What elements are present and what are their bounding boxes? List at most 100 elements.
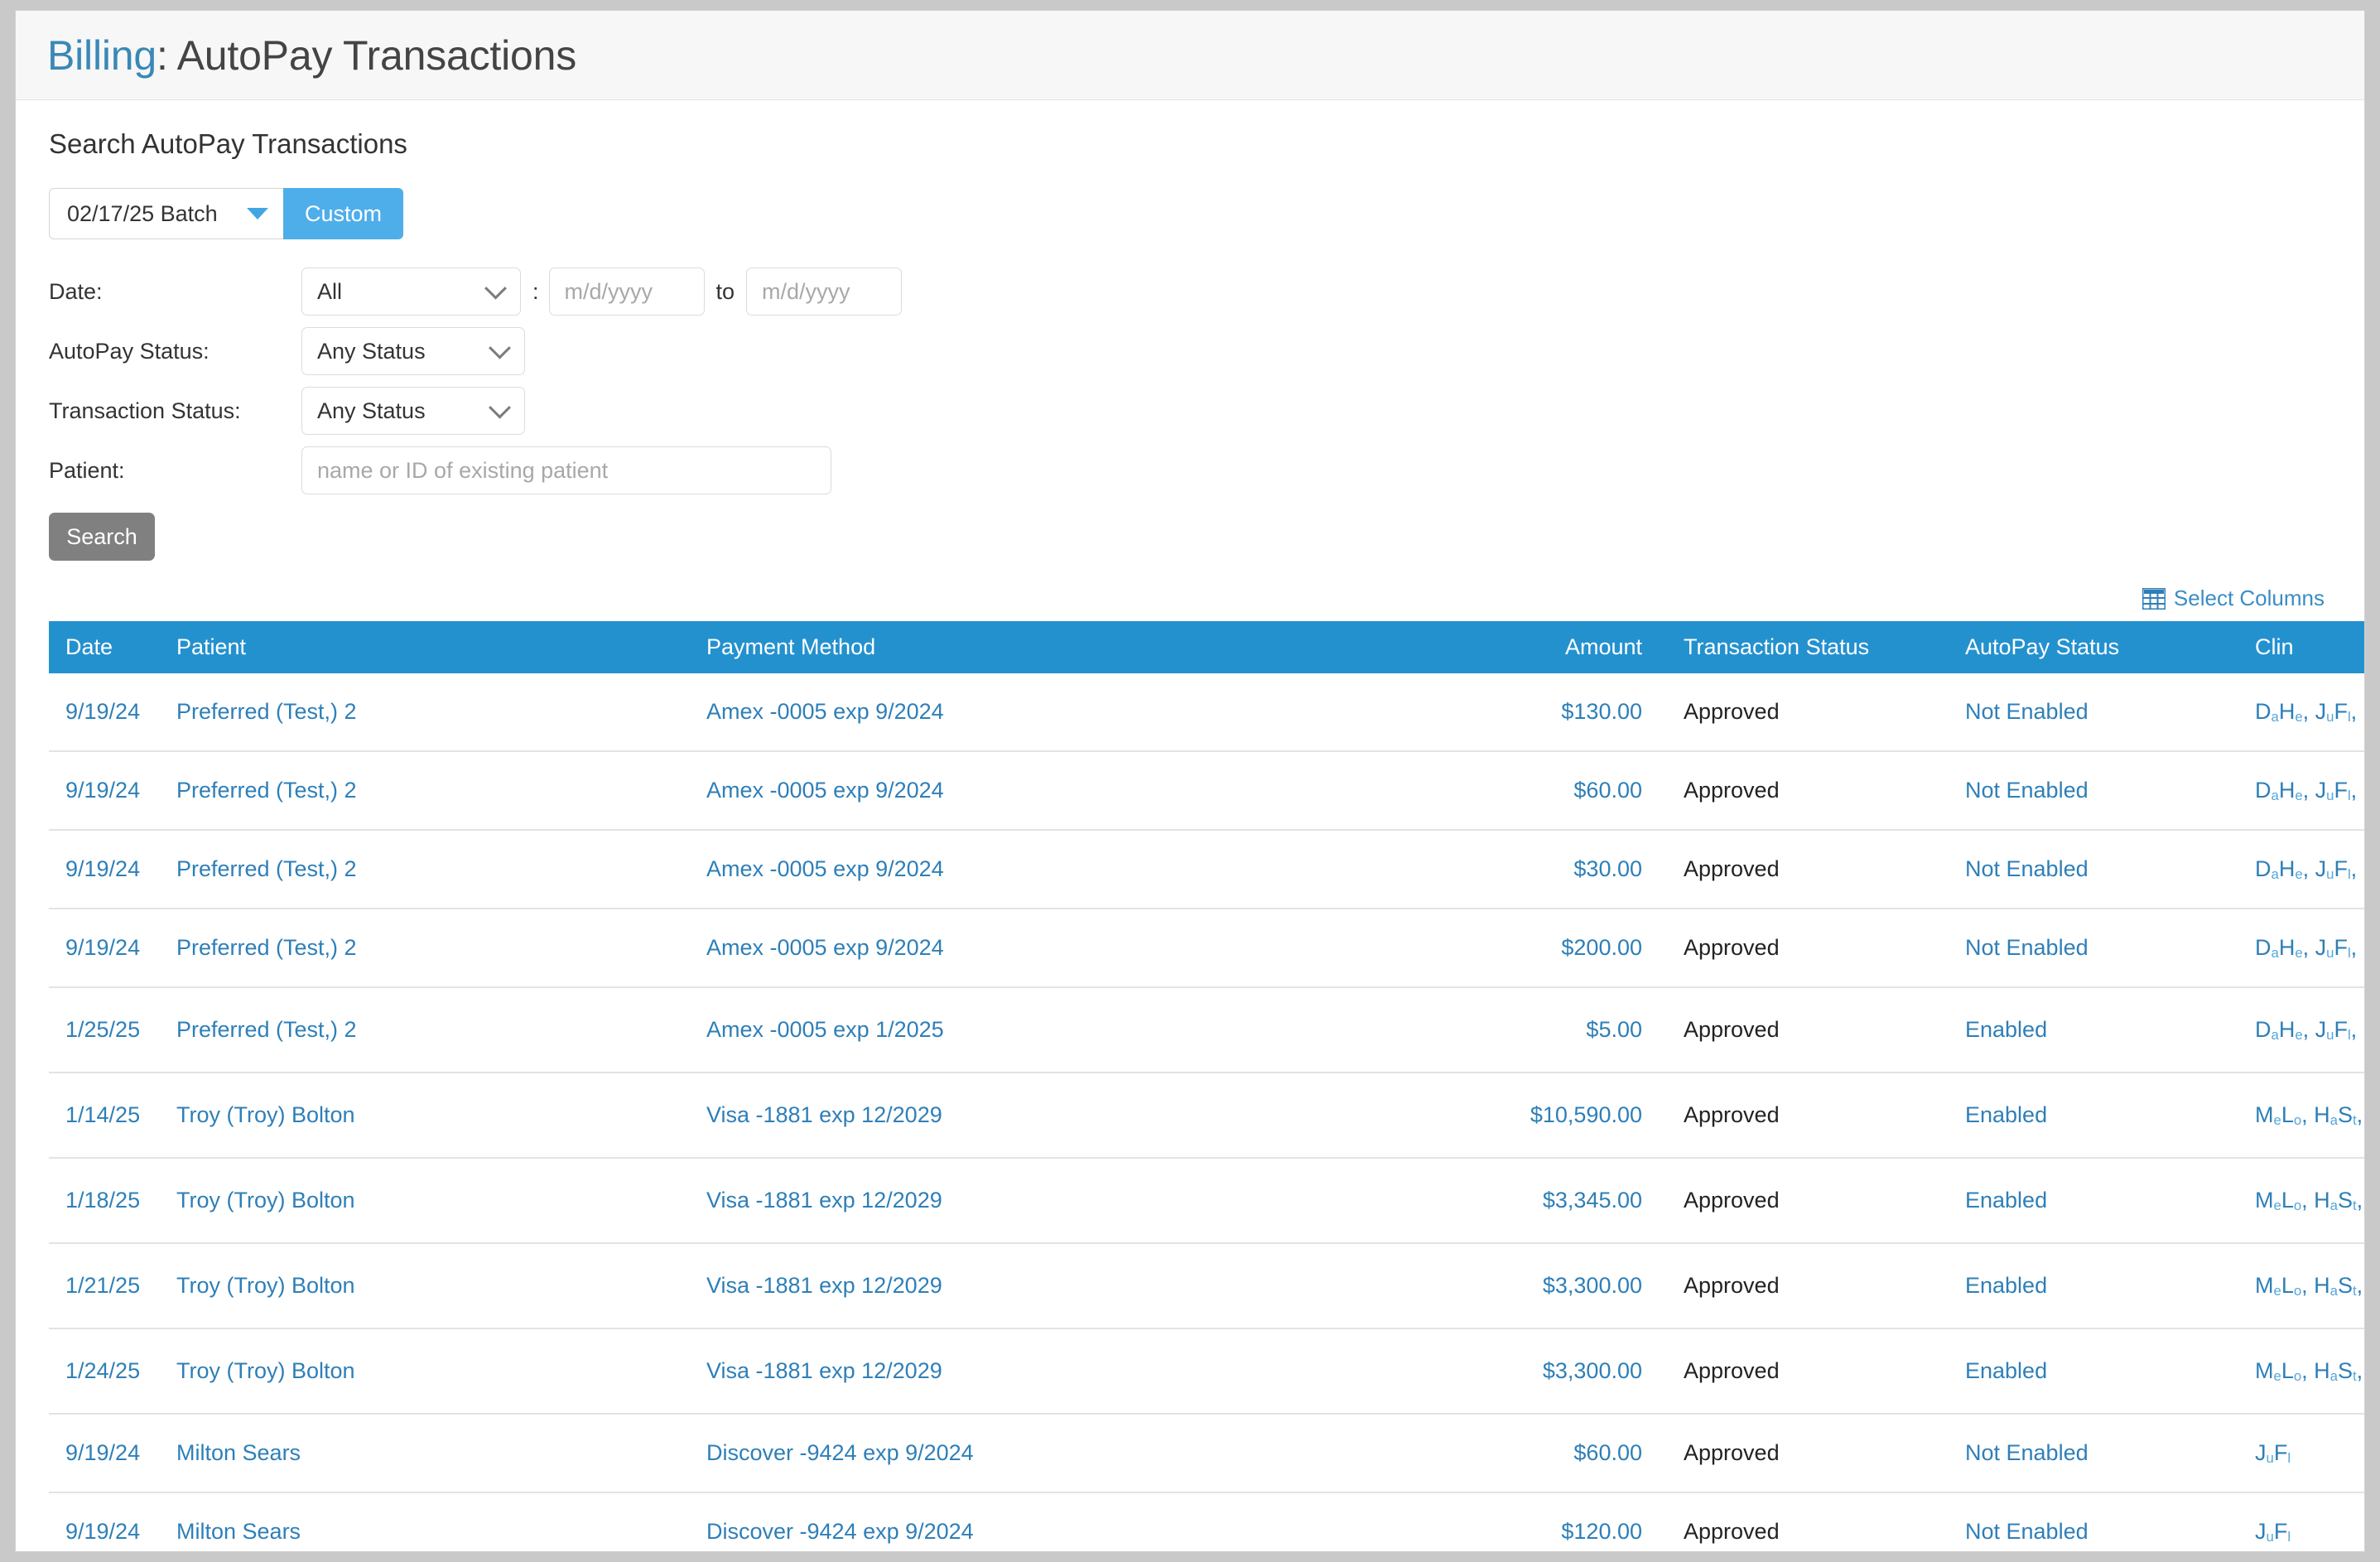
cell-transaction-status: Approved — [1662, 909, 1944, 988]
cell-amount[interactable]: $120.00 — [1414, 1492, 1662, 1551]
cell-patient[interactable]: Preferred (Test,) 2 — [155, 751, 685, 831]
cell-amount[interactable]: $3,300.00 — [1414, 1328, 1662, 1415]
cell-patient[interactable]: Preferred (Test,) 2 — [155, 909, 685, 988]
cell-payment-method[interactable]: Amex -0005 exp 9/2024 — [685, 751, 1414, 831]
table-row: 1/18/25 Troy (Troy) Bolton Visa -1881 exp … — [49, 1158, 2364, 1244]
cell-payment-method[interactable]: Amex -0005 exp 1/2025 — [685, 987, 1414, 1073]
table-head: Date Patient Payment Method Amount Trans… — [49, 621, 2364, 673]
cell-clin[interactable]: DaHe, JuFl, … — [2233, 987, 2364, 1073]
cell-date[interactable]: 1/18/25 — [49, 1158, 155, 1244]
cell-payment-method[interactable]: Discover -9424 exp 9/2024 — [685, 1492, 1414, 1551]
cell-patient[interactable]: Milton Sears — [155, 1414, 685, 1493]
cell-date[interactable]: 1/21/25 — [49, 1243, 155, 1329]
cell-date[interactable]: 9/19/24 — [49, 1492, 155, 1551]
table-grid-icon — [2142, 587, 2166, 610]
cell-amount[interactable]: $200.00 — [1414, 909, 1662, 988]
cell-payment-method[interactable]: Visa -1881 exp 12/2029 — [685, 1243, 1414, 1329]
cell-autopay-status[interactable]: Enabled — [1944, 1158, 2233, 1244]
column-header-payment-method[interactable]: Payment Method — [685, 621, 1414, 673]
cell-autopay-status[interactable]: Not Enabled — [1944, 1492, 2233, 1551]
cell-payment-method[interactable]: Visa -1881 exp 12/2029 — [685, 1158, 1414, 1244]
cell-clin[interactable]: MeLo, HaSt, … — [2233, 1328, 2364, 1415]
cell-amount[interactable]: $60.00 — [1414, 1414, 1662, 1493]
cell-autopay-status[interactable]: Enabled — [1944, 1243, 2233, 1329]
date-from-input[interactable] — [548, 268, 705, 316]
filter-row-transaction-status: Transaction Status: Any Status — [49, 387, 2331, 435]
cell-clin[interactable]: MeLo, HaSt, … — [2233, 1073, 2364, 1159]
cell-patient[interactable]: Preferred (Test,) 2 — [155, 987, 685, 1073]
patient-input[interactable] — [301, 446, 831, 494]
page-title-separator: : — [157, 31, 177, 79]
cell-patient[interactable]: Troy (Troy) Bolton — [155, 1243, 685, 1329]
cell-patient[interactable]: Troy (Troy) Bolton — [155, 1328, 685, 1415]
autopay-status-label: AutoPay Status: — [49, 338, 210, 364]
cell-autopay-status[interactable]: Not Enabled — [1944, 673, 2233, 752]
cell-payment-method[interactable]: Amex -0005 exp 9/2024 — [685, 673, 1414, 752]
cell-amount[interactable]: $3,300.00 — [1414, 1243, 1662, 1329]
cell-amount[interactable]: $30.00 — [1414, 830, 1662, 909]
cell-date[interactable]: 9/19/24 — [49, 830, 155, 909]
cell-payment-method[interactable]: Discover -9424 exp 9/2024 — [685, 1414, 1414, 1493]
table-toolbar: Select Columns — [49, 586, 2331, 611]
date-range-select[interactable]: All — [301, 268, 521, 316]
column-header-autopay-status[interactable]: AutoPay Status — [1944, 621, 2233, 673]
column-header-amount[interactable]: Amount — [1414, 621, 1662, 673]
cell-amount[interactable]: $130.00 — [1414, 673, 1662, 752]
cell-payment-method[interactable]: Visa -1881 exp 12/2029 — [685, 1328, 1414, 1415]
cell-clin[interactable]: DaHe, JuFl, … — [2233, 673, 2364, 752]
custom-button[interactable]: Custom — [283, 188, 404, 239]
date-to-word: to — [715, 278, 735, 304]
cell-date[interactable]: 9/19/24 — [49, 909, 155, 988]
cell-amount[interactable]: $3,345.00 — [1414, 1158, 1662, 1244]
cell-autopay-status[interactable]: Not Enabled — [1944, 830, 2233, 909]
clin-abbrev: DaHe, JuFl, … — [2255, 856, 2364, 882]
cell-amount[interactable]: $60.00 — [1414, 751, 1662, 831]
cell-amount[interactable]: $5.00 — [1414, 987, 1662, 1073]
column-header-clin[interactable]: Clin — [2233, 621, 2364, 673]
cell-autopay-status[interactable]: Enabled — [1944, 987, 2233, 1073]
filter-row-autopay-status: AutoPay Status: Any Status — [49, 327, 2331, 375]
cell-clin[interactable]: DaHe, JuFl, … — [2233, 830, 2364, 909]
cell-clin[interactable]: DaHe, JuFl, … — [2233, 751, 2364, 831]
cell-patient[interactable]: Preferred (Test,) 2 — [155, 673, 685, 752]
table-body: 9/19/24 Preferred (Test,) 2 Amex -0005 exp… — [49, 673, 2364, 1551]
column-header-date[interactable]: Date — [49, 621, 155, 673]
cell-clin[interactable]: JuFl — [2233, 1414, 2364, 1493]
page-header: Billing: AutoPay Transactions — [16, 11, 2364, 100]
cell-date[interactable]: 9/19/24 — [49, 673, 155, 752]
batch-select[interactable]: 02/17/25 Batch — [49, 188, 283, 239]
cell-patient[interactable]: Troy (Troy) Bolton — [155, 1158, 685, 1244]
cell-patient[interactable]: Milton Sears — [155, 1492, 685, 1551]
cell-date[interactable]: 1/25/25 — [49, 987, 155, 1073]
clin-abbrev: MeLo, HaSt, … — [2255, 1358, 2364, 1384]
cell-date[interactable]: 9/19/24 — [49, 1414, 155, 1493]
cell-payment-method[interactable]: Amex -0005 exp 9/2024 — [685, 830, 1414, 909]
cell-autopay-status[interactable]: Enabled — [1944, 1328, 2233, 1415]
table-row: 9/19/24 Preferred (Test,) 2 Amex -0005 exp… — [49, 909, 2364, 988]
cell-clin[interactable]: DaHe, JuFl, … — [2233, 909, 2364, 988]
cell-clin[interactable]: MeLo, HaSt, … — [2233, 1158, 2364, 1244]
search-button[interactable]: Search — [49, 513, 155, 561]
cell-date[interactable]: 9/19/24 — [49, 751, 155, 831]
cell-clin[interactable]: MeLo, HaSt, … — [2233, 1243, 2364, 1329]
cell-patient[interactable]: Preferred (Test,) 2 — [155, 830, 685, 909]
cell-payment-method[interactable]: Amex -0005 exp 9/2024 — [685, 909, 1414, 988]
cell-autopay-status[interactable]: Not Enabled — [1944, 909, 2233, 988]
cell-patient[interactable]: Troy (Troy) Bolton — [155, 1073, 685, 1159]
cell-clin[interactable]: JuFl — [2233, 1492, 2364, 1551]
cell-date[interactable]: 1/14/25 — [49, 1073, 155, 1159]
cell-autopay-status[interactable]: Not Enabled — [1944, 751, 2233, 831]
column-header-patient[interactable]: Patient — [155, 621, 685, 673]
date-to-input[interactable] — [746, 268, 903, 316]
select-columns-button[interactable]: Select Columns — [2142, 586, 2325, 611]
transaction-status-select[interactable]: Any Status — [301, 387, 525, 435]
autopay-status-select[interactable]: Any Status — [301, 327, 525, 375]
cell-amount[interactable]: $10,590.00 — [1414, 1073, 1662, 1159]
transaction-status-select-value: Any Status — [317, 398, 426, 423]
cell-date[interactable]: 1/24/25 — [49, 1328, 155, 1415]
cell-autopay-status[interactable]: Not Enabled — [1944, 1414, 2233, 1493]
cell-payment-method[interactable]: Visa -1881 exp 12/2029 — [685, 1073, 1414, 1159]
column-header-transaction-status[interactable]: Transaction Status — [1662, 621, 1944, 673]
cell-transaction-status: Approved — [1662, 673, 1944, 752]
cell-autopay-status[interactable]: Enabled — [1944, 1073, 2233, 1159]
